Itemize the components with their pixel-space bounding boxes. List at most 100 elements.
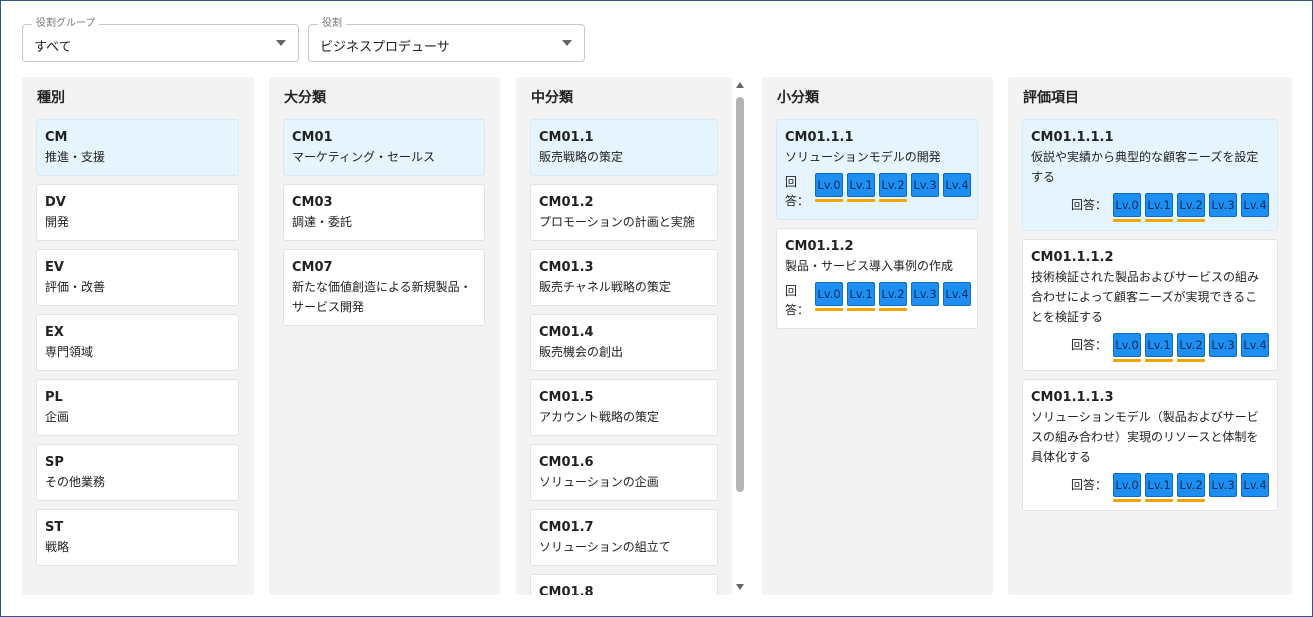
level-button[interactable]: Lv.2: [1177, 193, 1205, 217]
item-code: CM01.3: [539, 260, 594, 275]
level-button[interactable]: Lv.0: [1113, 333, 1141, 357]
level-option: Lv.4: [943, 282, 971, 311]
list-item[interactable]: CM01.1.1.2 技術検証された製品およびサービスの組み合わせによって顧客ニー…: [1022, 239, 1278, 371]
list-item[interactable]: EX 専門領域: [36, 314, 239, 371]
item-code: ST: [45, 520, 64, 535]
item-name: 開発: [45, 215, 70, 229]
scroll-up-arrow-icon[interactable]: [736, 82, 744, 88]
item-name: 販売チャネル戦略の策定: [539, 280, 671, 294]
answered-underline: [1241, 359, 1269, 362]
answered-underline: [1145, 219, 1173, 222]
item-name: 評価・改善: [45, 280, 106, 294]
level-button[interactable]: Lv.4: [943, 173, 971, 197]
answered-underline: [943, 199, 971, 202]
level-button[interactable]: Lv.2: [879, 282, 907, 306]
answered-underline: [1177, 499, 1205, 502]
item-code: SP: [45, 455, 64, 470]
list-item[interactable]: CM 推進・支援: [36, 119, 239, 176]
level-button[interactable]: Lv.4: [943, 282, 971, 306]
answered-underline: [1113, 499, 1141, 502]
scrollbar[interactable]: [734, 80, 746, 592]
column-title: 種別: [37, 90, 65, 106]
scroll-down-arrow-icon[interactable]: [736, 584, 744, 590]
level-button[interactable]: Lv.0: [1113, 193, 1141, 217]
item-name: 企画: [45, 410, 70, 424]
level-button[interactable]: Lv.1: [847, 173, 875, 197]
list-item[interactable]: CM01.1.1.3 ソリューションモデル（製品およびサービスの組み合わせ）実現の…: [1022, 379, 1278, 511]
column-daibunrui: 大分類 CM01 マーケティング・セールス CM03 調達・委託 CM07 新たな価値創造…: [269, 77, 500, 595]
level-option: Lv.3: [911, 173, 939, 202]
item-name: 仮説や実績から典型的な顧客ニーズを設定する: [1031, 150, 1259, 184]
level-option: Lv.1: [847, 282, 875, 311]
list-item[interactable]: CM01 マーケティング・セールス: [283, 119, 485, 176]
level-button[interactable]: Lv.2: [1177, 473, 1205, 497]
level-button[interactable]: Lv.4: [1241, 193, 1269, 217]
level-button[interactable]: Lv.0: [1113, 473, 1141, 497]
list-item[interactable]: CM01.6 ソリューションの企画: [530, 444, 718, 501]
list-item[interactable]: DV 開発: [36, 184, 239, 241]
answered-underline: [1145, 359, 1173, 362]
item-code: EV: [45, 260, 64, 275]
answer-row: 回答： Lv.0 Lv.1 Lv.2 Lv.3 Lv.4: [1031, 473, 1269, 502]
level-button[interactable]: Lv.4: [1241, 473, 1269, 497]
list-item[interactable]: CM07 新たな価値創造による新規製品・サービス開発: [283, 249, 485, 326]
role-select[interactable]: 役割 ビジネスプロデューサ: [308, 17, 585, 62]
list-item[interactable]: EV 評価・改善: [36, 249, 239, 306]
level-button[interactable]: Lv.3: [1209, 193, 1237, 217]
level-button[interactable]: Lv.3: [911, 173, 939, 197]
scrollbar-thumb[interactable]: [736, 97, 744, 492]
level-option: Lv.2: [879, 173, 907, 202]
level-button[interactable]: Lv.3: [1209, 473, 1237, 497]
list-item[interactable]: CM01.5 アカウント戦略の策定: [530, 379, 718, 436]
level-button[interactable]: Lv.0: [815, 173, 843, 197]
answer-label: 回答：: [1070, 338, 1107, 352]
list-item[interactable]: ST 戦略: [36, 509, 239, 566]
level-option: Lv.3: [1209, 193, 1237, 222]
level-button[interactable]: Lv.1: [847, 282, 875, 306]
level-button[interactable]: Lv.3: [1209, 333, 1237, 357]
answer-label: 回答：: [1070, 198, 1107, 212]
level-button[interactable]: Lv.2: [879, 173, 907, 197]
list-item[interactable]: CM01.1.1.1 仮説や実績から典型的な顧客ニーズを設定する 回答： Lv.0 Lv…: [1022, 119, 1278, 231]
level-option: Lv.4: [1241, 333, 1269, 362]
list-item[interactable]: CM01.1.2 製品・サービス導入事例の作成 回答： Lv.0 Lv.1 Lv.2 Lv.…: [776, 228, 978, 329]
level-option: Lv.1: [1145, 333, 1173, 362]
list-item[interactable]: CM03 調達・委託: [283, 184, 485, 241]
list-item[interactable]: CM01.3 販売チャネル戦略の策定: [530, 249, 718, 306]
item-name: ソリューションモデル（製品およびサービスの組み合わせ）実現のリソースと体制を具体…: [1031, 410, 1259, 464]
answered-underline: [879, 308, 907, 311]
level-button[interactable]: Lv.4: [1241, 333, 1269, 357]
list-item[interactable]: CM01.1 販売戦略の策定: [530, 119, 718, 176]
level-button[interactable]: Lv.1: [1145, 473, 1173, 497]
item-code: CM01.1.1.2: [1031, 250, 1114, 265]
item-code: CM01.4: [539, 325, 594, 340]
list-item[interactable]: CM01.8: [530, 574, 718, 595]
level-button[interactable]: Lv.1: [1145, 193, 1173, 217]
level-button[interactable]: Lv.1: [1145, 333, 1173, 357]
list-item[interactable]: CM01.4 販売機会の創出: [530, 314, 718, 371]
item-name: 販売戦略の策定: [539, 150, 624, 164]
item-code: DV: [45, 195, 66, 210]
answer-label: 回答：: [785, 284, 810, 317]
answer-row: 回答： Lv.0 Lv.1 Lv.2 Lv.3 Lv.4: [785, 282, 971, 320]
column-title: 大分類: [284, 90, 326, 106]
answered-underline: [1177, 359, 1205, 362]
level-option: Lv.1: [847, 173, 875, 202]
level-button[interactable]: Lv.3: [911, 282, 939, 306]
list-item[interactable]: CM01.2 プロモーションの計画と実施: [530, 184, 718, 241]
chevron-down-icon[interactable]: [562, 40, 572, 46]
list-item[interactable]: CM01.1.1 ソリューションモデルの開発 回答： Lv.0 Lv.1 Lv.2 Lv.3…: [776, 119, 978, 220]
level-button[interactable]: Lv.0: [815, 282, 843, 306]
list-item[interactable]: SP その他業務: [36, 444, 239, 501]
item-name: ソリューションモデルの開発: [785, 150, 941, 164]
column-title: 評価項目: [1023, 90, 1079, 106]
item-name: マーケティング・セールス: [292, 150, 436, 164]
role-group-select[interactable]: 役割グループ すべて: [22, 17, 299, 62]
level-button[interactable]: Lv.2: [1177, 333, 1205, 357]
chevron-down-icon[interactable]: [276, 40, 286, 46]
answered-underline: [847, 308, 875, 311]
list-item[interactable]: PL 企画: [36, 379, 239, 436]
role-label: 役割: [318, 17, 346, 31]
list-item[interactable]: CM01.7 ソリューションの組立て: [530, 509, 718, 566]
list: CM01.1.1.1 仮説や実績から典型的な顧客ニーズを設定する 回答： Lv.0 Lv…: [1022, 119, 1278, 519]
